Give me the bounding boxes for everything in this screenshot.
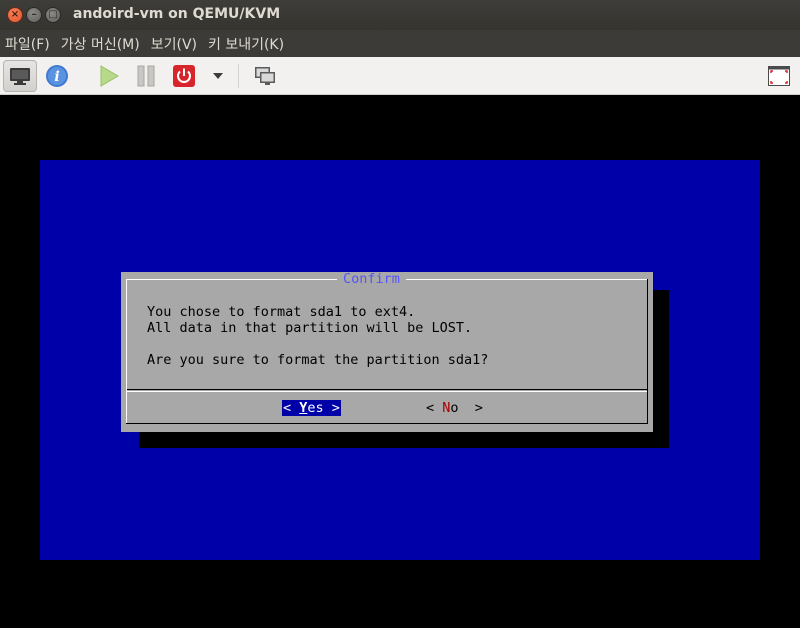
info-glyph: i xyxy=(54,69,59,85)
dialog-message-line: You chose to format sda1 to ext4. xyxy=(147,304,416,320)
menu-view[interactable]: 보기(V) xyxy=(151,34,197,54)
no-button[interactable]: < No > xyxy=(426,400,483,416)
run-button[interactable] xyxy=(95,63,121,89)
menu-virtual-machine[interactable]: 가상 머신(M) xyxy=(61,34,140,54)
button-bracket: < xyxy=(426,400,443,416)
fullscreen-icon xyxy=(768,66,790,86)
pause-button[interactable] xyxy=(133,63,159,89)
dialog-border xyxy=(126,423,648,424)
dropdown-arrow-icon xyxy=(213,73,223,79)
button-bracket: > xyxy=(323,400,340,416)
dialog-message-line: All data in that partition will be LOST. xyxy=(147,320,473,336)
toolbar-separator xyxy=(238,64,239,88)
play-icon xyxy=(100,65,119,87)
yes-button[interactable]: < Yes > xyxy=(282,400,341,416)
multi-monitor-icon xyxy=(255,67,275,85)
dialog-title: Confirm xyxy=(337,272,406,287)
confirm-dialog: Confirm You chose to format sda1 to ext4… xyxy=(121,272,653,432)
dialog-border xyxy=(126,279,127,424)
dialog-divider xyxy=(127,391,647,392)
power-icon xyxy=(173,65,195,87)
close-icon: × xyxy=(10,9,20,20)
close-window-button[interactable]: × xyxy=(7,7,23,23)
minimize-window-button[interactable]: – xyxy=(26,7,42,23)
snapshots-button[interactable] xyxy=(252,63,278,89)
maximize-icon: □ xyxy=(48,9,58,20)
menu-send-key[interactable]: 키 보내기(K) xyxy=(208,34,284,54)
pause-icon xyxy=(137,65,155,87)
dialog-border xyxy=(647,279,648,424)
dialog-question: Are you sure to format the partition sda… xyxy=(147,352,489,368)
window-titlebar: × – □ andoird-vm on QEMU/KVM xyxy=(0,0,800,30)
shutdown-button[interactable] xyxy=(171,63,197,89)
button-bracket: > xyxy=(458,400,483,416)
no-label: o xyxy=(450,400,459,416)
console-screen-icon xyxy=(10,68,30,85)
console-view-button[interactable] xyxy=(3,60,37,92)
vm-console-display[interactable]: Confirm You chose to format sda1 to ext4… xyxy=(0,95,800,628)
button-bracket: < xyxy=(283,400,300,416)
details-button[interactable]: i xyxy=(44,63,70,89)
maximize-window-button[interactable]: □ xyxy=(45,7,61,23)
window-title: andoird-vm on QEMU/KVM xyxy=(73,6,281,22)
toolbar: i xyxy=(0,57,800,95)
minimize-icon: – xyxy=(31,9,37,20)
menubar: 파일(F) 가상 머신(M) 보기(V) 키 보내기(K) xyxy=(0,30,800,57)
fullscreen-button[interactable] xyxy=(766,63,792,89)
menu-file[interactable]: 파일(F) xyxy=(5,34,50,54)
shutdown-options-dropdown[interactable] xyxy=(208,63,228,89)
info-icon: i xyxy=(46,65,68,87)
yes-label: es xyxy=(307,400,324,416)
dialog-divider xyxy=(127,389,647,390)
